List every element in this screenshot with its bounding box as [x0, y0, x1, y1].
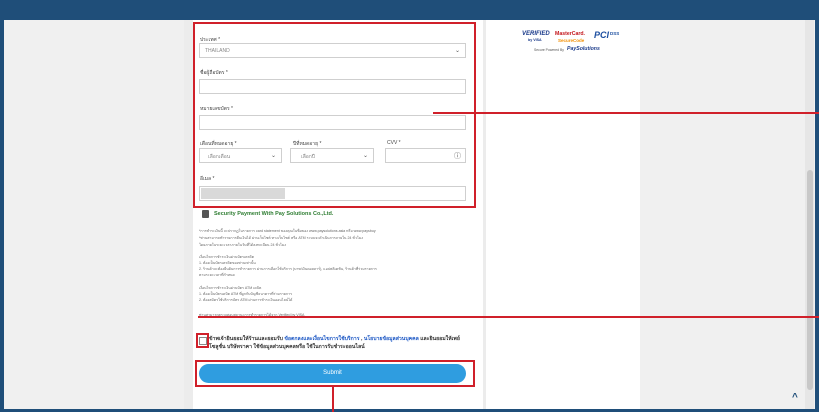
window-top-bar: [0, 0, 819, 20]
right-panel: [640, 20, 815, 409]
highlight-consent-checkbox: [196, 333, 209, 348]
note-para-3: โดยภายในระยะเวลาภายในวันที่ได้ลงทะเบียน …: [199, 243, 286, 247]
highlight-form-fields: [193, 22, 476, 208]
pci-logo: PCI: [594, 30, 610, 40]
consent-prefix: ข้าพเจ้ายินยอมให้ร้านและยอมรับ: [209, 336, 285, 342]
secure-powered-by-text: Secure Powered By: [534, 48, 564, 52]
consent-text: ข้าพเจ้ายินยอมให้ร้านและยอมรับ ข้อตกลงแล…: [209, 335, 474, 351]
atm-terms-line-2: 2. ต้องสมัครใช้บริการบัตร ATM ผ่านการชำร…: [199, 298, 293, 302]
scrollbar-thumb[interactable]: [807, 170, 813, 390]
credit-terms-line-1: 1. ต้องเป็นบัตรเครดิตของท่านเท่านั้น: [199, 261, 256, 265]
verified-by-visa-logo: VERIFIED: [522, 31, 550, 37]
mastercard-logo: MasterCard.: [555, 31, 585, 37]
privacy-policy-link[interactable]: นโยบายข้อมูลส่วนบุคคล: [364, 336, 419, 342]
note-para-2: *ท่านสามารถทำรายการคืนเงินได้ ผ่านเว็บไซ…: [199, 236, 363, 240]
secure-payment-title: Security Payment With Pay Solutions Co.,…: [214, 211, 334, 217]
credit-terms-line-3: ตามระยะเวลาที่กำหนด: [199, 273, 235, 277]
highlight-submit-button: [195, 360, 475, 387]
terms-link[interactable]: ข้อตกลงและเงื่อนไขการใช้บริการ: [284, 336, 359, 342]
atm-terms-line-1: 1. ต้องเป็นบัตรเดบิต ATM ที่ผูกกับบัญชีธ…: [199, 292, 293, 296]
credit-terms-title: เงื่อนไขการชำระเงินผ่านบัตรเครดิต: [199, 255, 255, 259]
securecode-logo: SecureCode: [558, 38, 585, 43]
paysolutions-logo: PaySolutions: [567, 46, 600, 52]
chevron-up-icon[interactable]: ^: [792, 392, 798, 403]
credit-terms-line-2: 2. ร้านค้าจะต้องยืนยันการทำรายการ ผ่านกา…: [199, 267, 377, 271]
verified-by-visa-sub: by VISA: [528, 38, 542, 42]
note-para-1: *การชำระเงินนี้ จะปรากฏในรายการ card sta…: [199, 229, 376, 233]
dss-logo: DSS: [610, 31, 620, 36]
lock-icon: [202, 210, 209, 218]
left-gutter: [4, 20, 184, 409]
security-badges-card: [486, 20, 640, 409]
highlight-pointer-line-2: [198, 316, 819, 318]
highlight-pointer-line-3: [332, 387, 334, 412]
atm-terms-title: เงื่อนไขการชำระเงินผ่านบัตร ATM เดบิต: [199, 286, 262, 290]
highlight-pointer-line-1: [433, 112, 819, 114]
